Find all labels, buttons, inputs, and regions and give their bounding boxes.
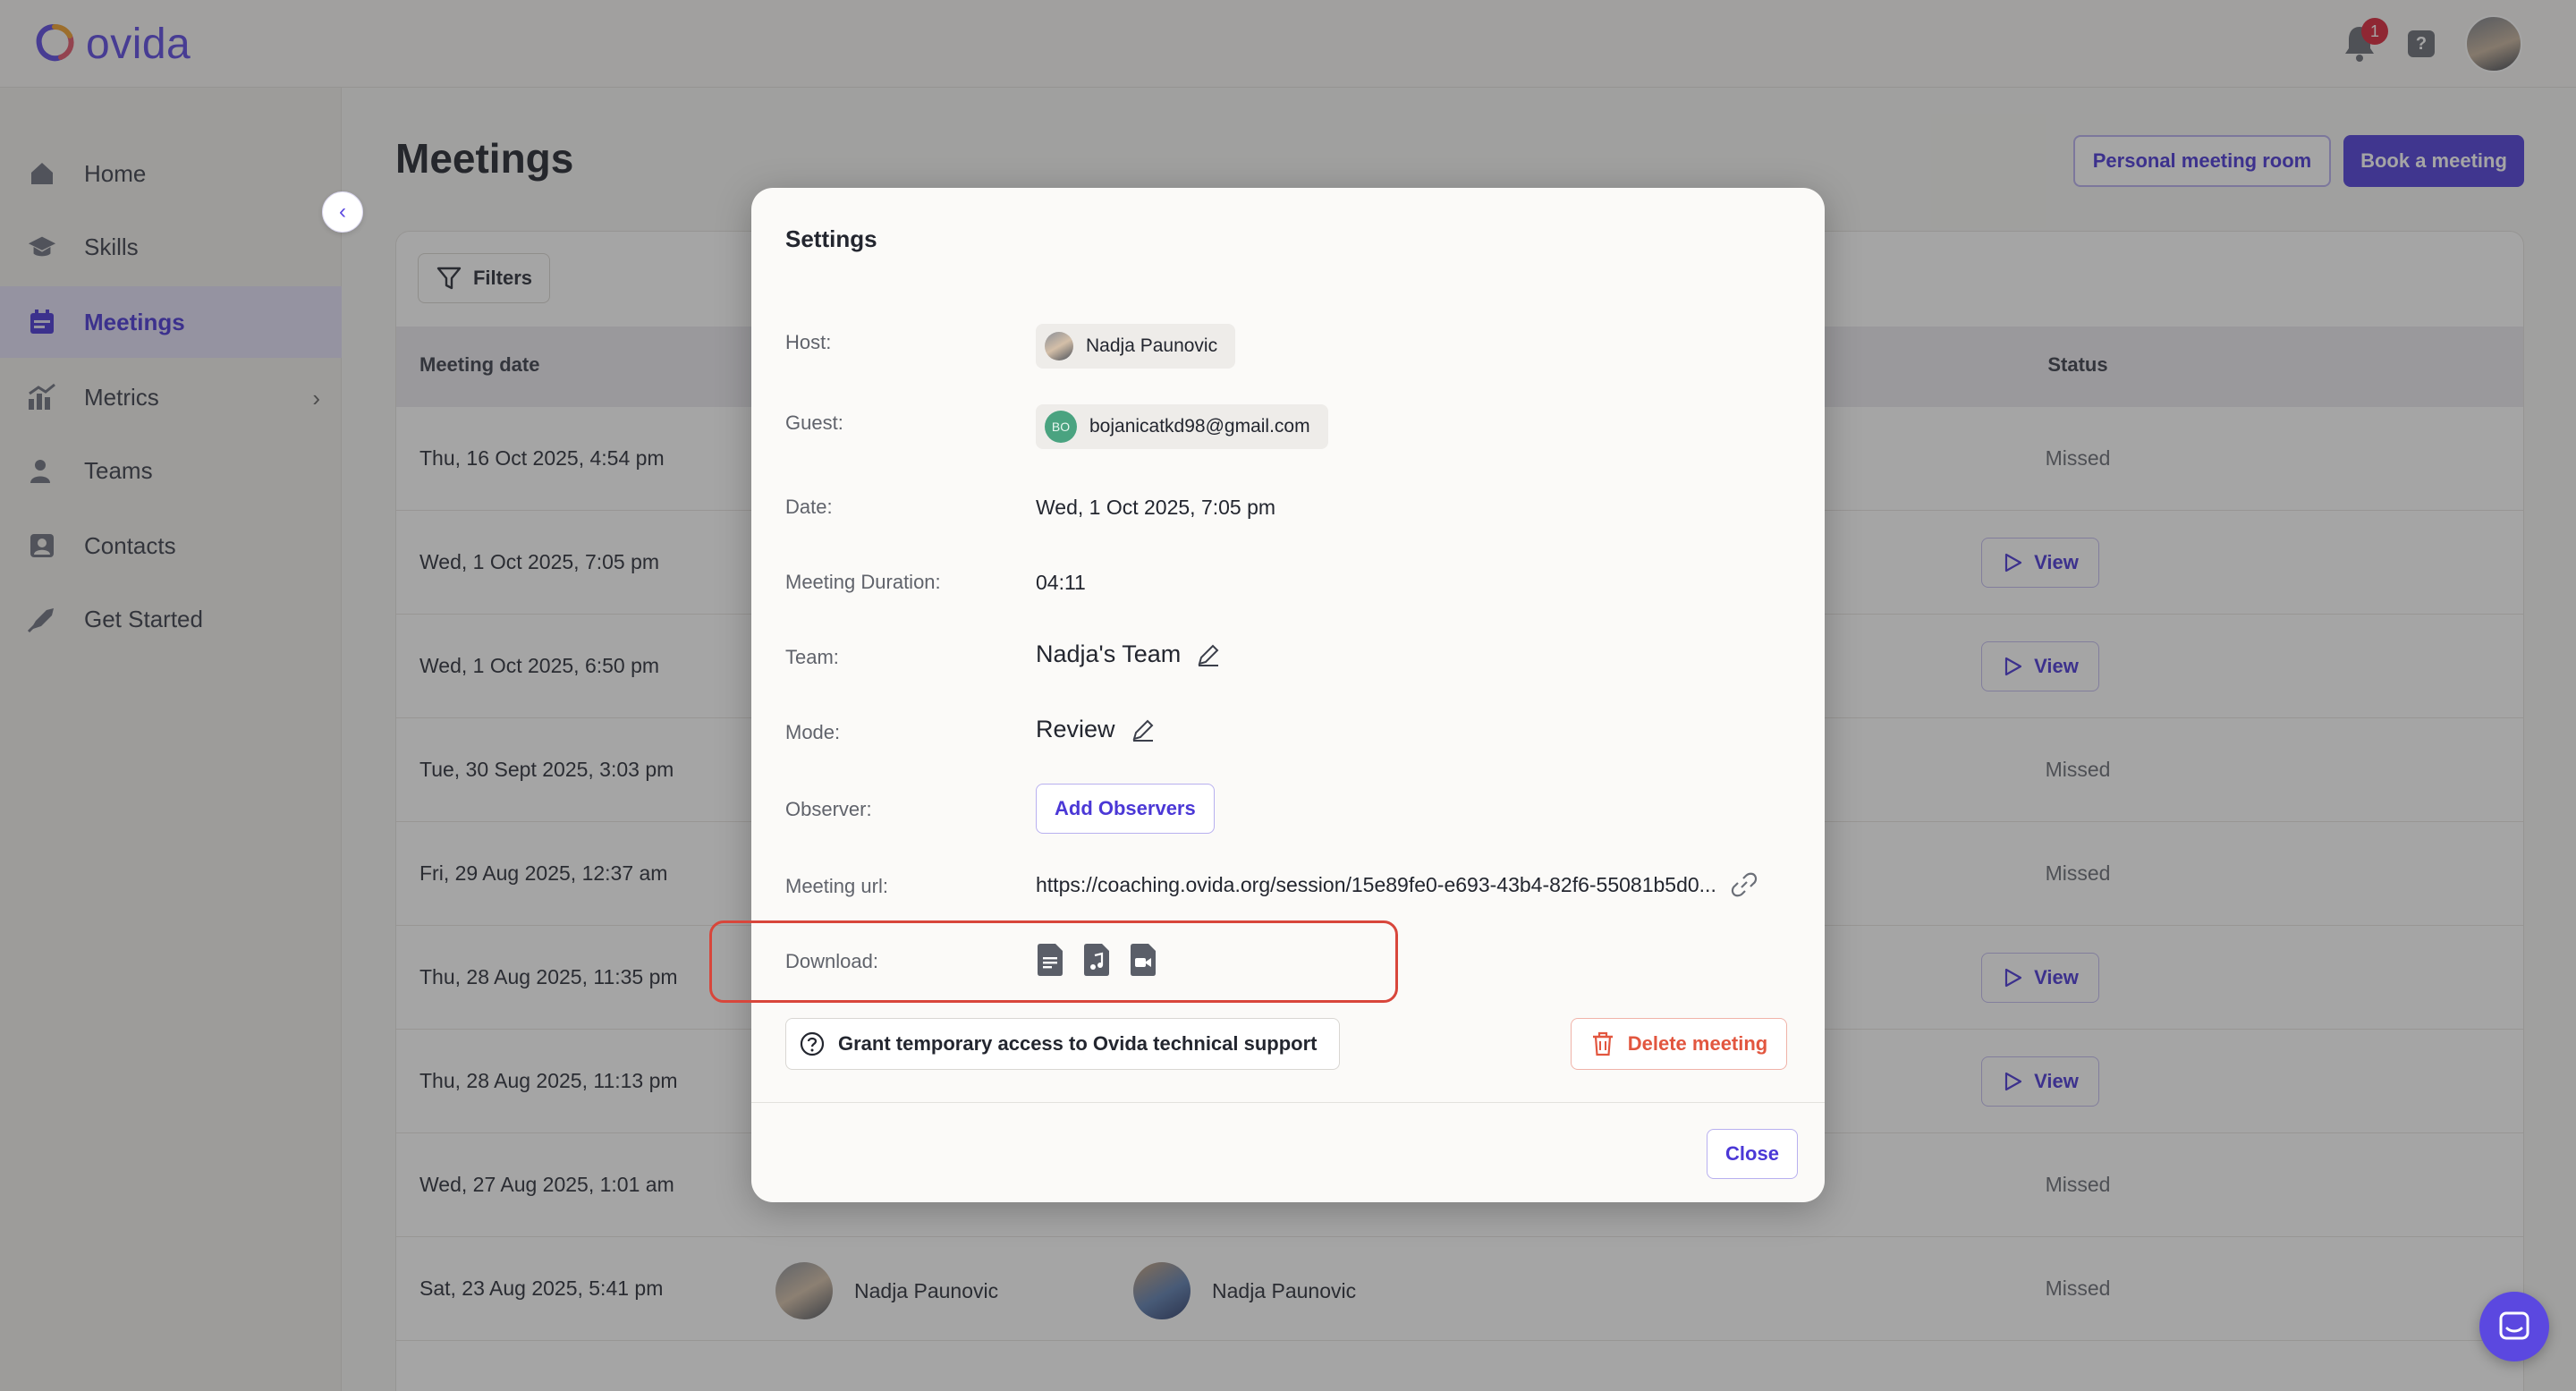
observer-label: Observer: (785, 798, 872, 820)
question-circle-icon (800, 1031, 825, 1056)
modal-footer-divider (751, 1102, 1825, 1103)
team-value: Nadja's Team (1036, 640, 1222, 668)
edit-team-pencil-icon[interactable] (1195, 641, 1222, 668)
meeting-url-label: Meeting url: (785, 875, 888, 897)
date-value: Wed, 1 Oct 2025, 7:05 pm (1036, 496, 1276, 519)
team-name: Nadja's Team (1036, 640, 1182, 667)
modal-title: Settings (785, 225, 877, 252)
host-chip: Nadja Paunovic (1036, 324, 1236, 369)
host-name: Nadja Paunovic (1086, 335, 1218, 356)
chat-launcher-button[interactable] (2479, 1292, 2549, 1361)
observer-value: Add Observers (1036, 784, 1215, 834)
edit-mode-pencil-icon[interactable] (1130, 717, 1157, 743)
settings-modal: Settings Host: Nadja Paunovic Guest: BO … (751, 188, 1825, 1202)
guest-initials: BO (1045, 411, 1077, 443)
download-highlight-annotation (709, 920, 1398, 1003)
guest-email: bojanicatkd98@gmail.com (1089, 416, 1310, 437)
avatar (1045, 332, 1073, 360)
host-value: Nadja Paunovic (1036, 324, 1236, 369)
mode-value: Review (1036, 716, 1157, 743)
add-observers-button[interactable]: Add Observers (1036, 784, 1215, 834)
chevron-left-icon: ‹ (339, 199, 346, 224)
copy-link-icon[interactable] (1731, 871, 1758, 898)
delete-meeting-button[interactable]: Delete meeting (1571, 1018, 1787, 1070)
duration-value: 04:11 (1036, 571, 1086, 594)
grant-support-label: Grant temporary access to Ovida technica… (838, 1032, 1318, 1055)
host-label: Host: (785, 331, 832, 353)
team-label: Team: (785, 646, 839, 668)
guest-label: Guest: (785, 411, 843, 434)
meeting-url-value: https://coaching.ovida.org/session/15e89… (1036, 871, 1758, 898)
meeting-url[interactable]: https://coaching.ovida.org/session/15e89… (1036, 873, 1716, 897)
sidebar-collapse-button[interactable]: ‹ (322, 191, 363, 233)
grant-support-access-button[interactable]: Grant temporary access to Ovida technica… (785, 1018, 1340, 1070)
close-button[interactable]: Close (1707, 1129, 1798, 1179)
delete-meeting-label: Delete meeting (1627, 1032, 1768, 1055)
guest-value: BO bojanicatkd98@gmail.com (1036, 404, 1328, 449)
trash-icon (1592, 1031, 1613, 1056)
chat-icon (2499, 1311, 2529, 1340)
mode-label: Mode: (785, 721, 841, 743)
date-label: Date: (785, 496, 833, 518)
mode-name: Review (1036, 716, 1115, 742)
duration-label: Meeting Duration: (785, 571, 941, 593)
guest-chip: BO bojanicatkd98@gmail.com (1036, 404, 1328, 449)
